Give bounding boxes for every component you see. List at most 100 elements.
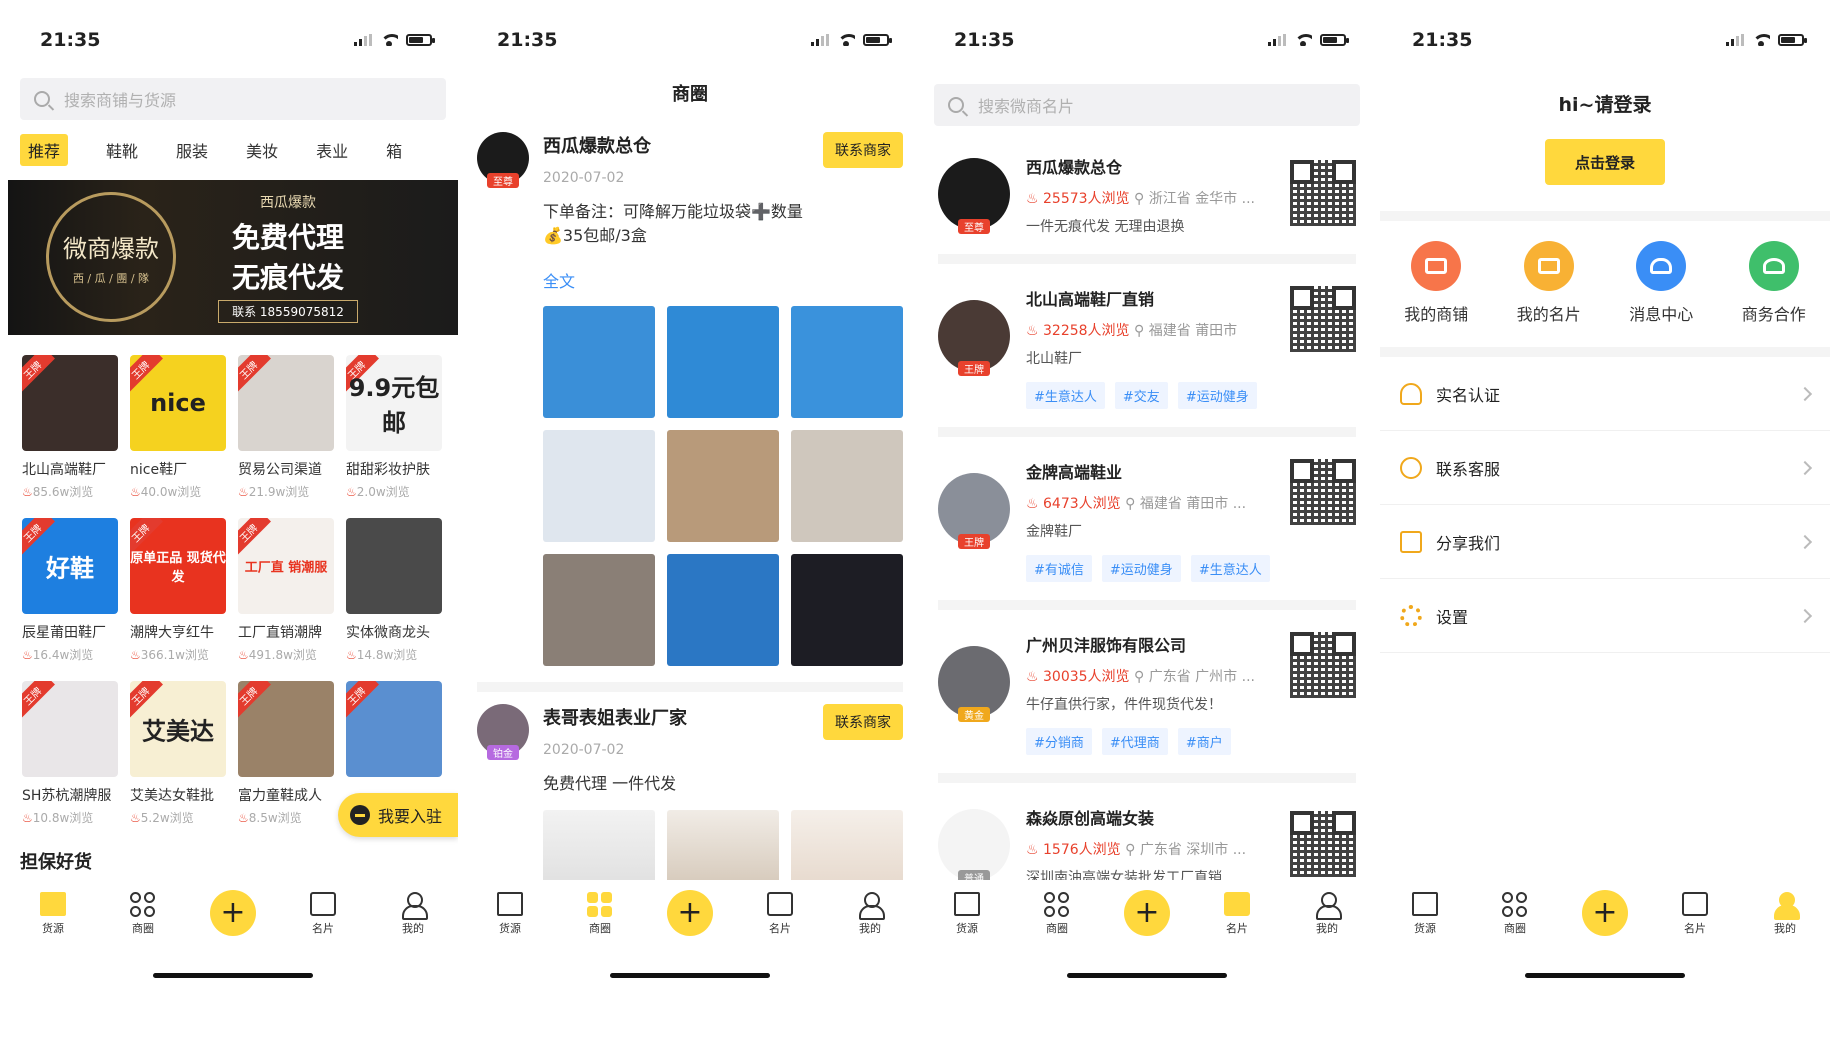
search-input[interactable]: 搜索商铺与货源 <box>20 78 446 120</box>
qr-code-icon[interactable] <box>1290 160 1356 226</box>
shop-item[interactable]: 王牌 原单正品 现货代发 潮牌大亨红牛 ♨366.1w浏览 <box>130 518 226 681</box>
tab-card[interactable]: 名片 <box>1207 892 1267 936</box>
card-tag[interactable]: #有诚信 <box>1026 555 1092 582</box>
card-tag[interactable]: #代理商 <box>1101 728 1168 755</box>
business-card[interactable]: 王牌 金牌高端鞋业 ♨ 6473人浏览 ⚲ 福建省 莆田市 ... 金牌鞋厂 #有诚信 #… <box>922 437 1372 610</box>
shop-badge: 王牌 <box>238 681 271 719</box>
card-stats: ♨ 25573人浏览 ⚲ 浙江省 金华市 ... <box>1026 191 1255 207</box>
shop-item[interactable]: 王牌 nice nice鞋厂 ♨40.0w浏览 <box>130 355 226 518</box>
promo-banner[interactable]: 微商爆款 西 / 瓜 / 團 / 隊 西瓜爆款 免费代理 无痕代发 联系 185… <box>8 180 458 335</box>
shop-item[interactable]: 王牌 北山高端鞋厂 ♨85.6w浏览 <box>22 355 118 518</box>
tab-circle[interactable]: 商圈 <box>1027 892 1087 936</box>
business-cooperation-button[interactable]: 商务合作 <box>1742 241 1806 325</box>
tab-watches[interactable]: 表业 <box>316 138 348 162</box>
fulltext-link[interactable]: 全文 <box>543 268 903 292</box>
post-photo[interactable] <box>667 554 779 666</box>
card-stats: ♨ 32258人浏览 ⚲ 福建省 莆田市 <box>1026 323 1238 339</box>
tab-card[interactable]: 名片 <box>293 892 353 936</box>
business-card[interactable]: 普通森焱原创高端女装♨ 1576人浏览 ⚲ 广东省 深圳市 ...深圳南油高端女… <box>922 783 1372 887</box>
contact-merchant-button[interactable]: 联系商家 <box>823 704 903 740</box>
truck-icon <box>1412 892 1438 916</box>
shop-item[interactable]: 王牌 艾美达 艾美达女鞋批 ♨5.2w浏览 <box>130 681 226 844</box>
menu-support[interactable]: 联系客服 <box>1380 431 1830 505</box>
battery-icon <box>406 34 435 46</box>
business-card[interactable]: 王牌 北山高端鞋厂直销 ♨ 32258人浏览 ⚲ 福建省 莆田市 北山鞋厂 #生意达人 #… <box>922 264 1372 437</box>
tab-goods[interactable]: 货源 <box>1395 892 1455 936</box>
shop-item[interactable]: 王牌 富力童鞋成人 ♨8.5w浏览 <box>238 681 334 844</box>
card-tag[interactable]: #生意达人 <box>1026 382 1105 409</box>
tab-mine[interactable]: 我的 <box>1755 892 1815 936</box>
post-author[interactable]: 西瓜爆款总仓 <box>543 132 823 158</box>
add-button[interactable]: + <box>203 890 263 936</box>
join-button[interactable]: 我要入驻 <box>338 793 458 837</box>
add-button[interactable]: + <box>660 890 720 936</box>
post-photo[interactable] <box>667 430 779 542</box>
post-photo[interactable] <box>791 306 903 418</box>
tab-mine[interactable]: 我的 <box>840 892 900 936</box>
my-card-button[interactable]: 我的名片 <box>1517 241 1581 325</box>
shop-item[interactable]: 王牌 贸易公司渠道 ♨21.9w浏览 <box>238 355 334 518</box>
search-placeholder: 搜索商铺与货源 <box>64 91 177 110</box>
post-photo[interactable] <box>543 554 655 666</box>
shop-item[interactable]: 实体微商龙头 ♨14.8w浏览 <box>346 518 442 681</box>
tab-mine[interactable]: 我的 <box>383 892 443 936</box>
post-photo[interactable] <box>791 554 903 666</box>
flame-icon: ♨ <box>238 485 249 499</box>
tab-card[interactable]: 名片 <box>750 892 810 936</box>
post-photo[interactable] <box>543 430 655 542</box>
tab-mine[interactable]: 我的 <box>1297 892 1357 936</box>
tab-goods[interactable]: 货源 <box>480 892 540 936</box>
shop-views: ♨10.8w浏览 <box>22 811 94 825</box>
home-indicator <box>1525 973 1685 978</box>
shop-item[interactable]: 王牌 9.9元包邮 甜甜彩妆护肤 ♨2.0w浏览 <box>346 355 442 518</box>
menu-verify[interactable]: 实名认证 <box>1380 357 1830 431</box>
card-tag[interactable]: #生意达人 <box>1190 555 1270 582</box>
qr-code-icon[interactable] <box>1290 459 1356 525</box>
shop-image: 王牌 <box>346 681 442 777</box>
avatar[interactable]: 铂金 <box>477 704 529 760</box>
tab-beauty[interactable]: 美妆 <box>246 138 278 162</box>
card-tag[interactable]: #分销商 <box>1026 728 1092 755</box>
post-photo[interactable] <box>791 430 903 542</box>
add-button[interactable]: + <box>1575 890 1635 936</box>
card-tag[interactable]: #运动健身 <box>1101 555 1181 582</box>
shop-image-text: 艾美达 <box>142 717 214 746</box>
tab-circle[interactable]: 商圈 <box>1485 892 1545 936</box>
tab-card[interactable]: 名片 <box>1665 892 1725 936</box>
search-input[interactable]: 搜索微商名片 <box>934 84 1360 126</box>
level-badge: 黄金 <box>958 707 990 722</box>
tab-shoes[interactable]: 鞋靴 <box>106 138 138 162</box>
my-shop-button[interactable]: 我的商铺 <box>1404 241 1468 325</box>
shop-item[interactable]: 王牌 SH苏杭潮牌服 ♨10.8w浏览 <box>22 681 118 844</box>
post-author[interactable]: 表哥表姐表业厂家 <box>543 704 823 730</box>
tab-goods[interactable]: 货源 <box>937 892 997 936</box>
contact-merchant-button[interactable]: 联系商家 <box>823 132 903 168</box>
tab-clothing[interactable]: 服装 <box>176 138 208 162</box>
post-photo[interactable] <box>667 306 779 418</box>
shop-image-text: 好鞋 <box>46 554 94 583</box>
shop-item[interactable]: 王牌 工厂直 销潮服 工厂直销潮牌 ♨491.8w浏览 <box>238 518 334 681</box>
business-card[interactable]: 黄金 广州贝沣服饰有限公司 ♨ 30035人浏览 ⚲ 广东省 广州市 ... 牛仔直供… <box>922 610 1372 783</box>
shop-badge: 王牌 <box>238 518 271 556</box>
shop-item[interactable]: 王牌 好鞋 辰星莆田鞋厂 ♨16.4w浏览 <box>22 518 118 681</box>
qr-code-icon[interactable] <box>1290 286 1356 352</box>
tab-bags[interactable]: 箱 <box>386 138 402 162</box>
card-tag[interactable]: #交友 <box>1114 382 1168 409</box>
add-button[interactable]: + <box>1117 890 1177 936</box>
qr-code-icon[interactable] <box>1290 811 1356 877</box>
business-card[interactable]: 至尊 西瓜爆款总仓 ♨ 25573人浏览 ⚲ 浙江省 金华市 ... 一件无痕代发 无… <box>922 132 1372 264</box>
login-button[interactable]: 点击登录 <box>1545 139 1665 185</box>
plus-icon: + <box>210 890 256 936</box>
qr-code-icon[interactable] <box>1290 632 1356 698</box>
card-tag[interactable]: #商户 <box>1177 728 1231 755</box>
tab-circle[interactable]: 商圈 <box>113 892 173 936</box>
tab-goods[interactable]: 货源 <box>23 892 83 936</box>
message-center-button[interactable]: 消息中心 <box>1629 241 1693 325</box>
post-photo[interactable] <box>543 306 655 418</box>
menu-settings[interactable]: 设置 <box>1380 579 1830 653</box>
avatar[interactable]: 至尊 <box>477 132 529 188</box>
menu-share[interactable]: 分享我们 <box>1380 505 1830 579</box>
tab-recommend[interactable]: 推荐 <box>20 134 69 166</box>
tab-circle[interactable]: 商圈 <box>570 892 630 936</box>
card-tag[interactable]: #运动健身 <box>1177 382 1257 409</box>
